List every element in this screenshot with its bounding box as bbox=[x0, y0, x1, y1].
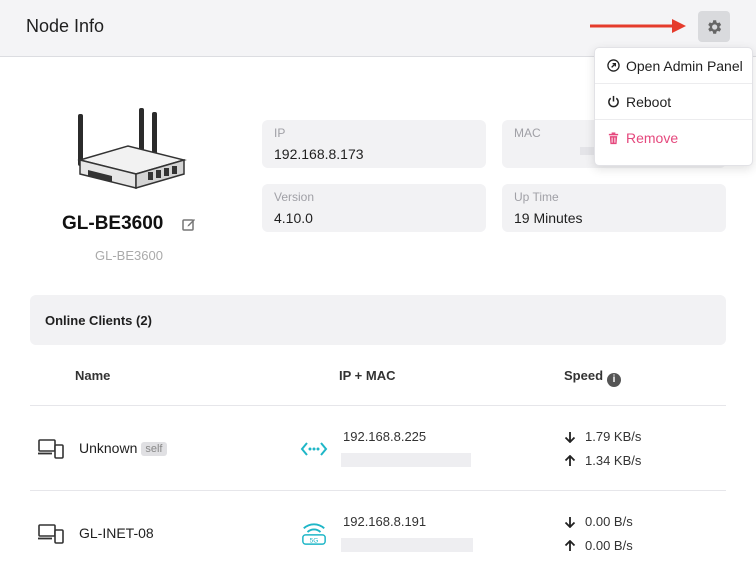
edit-icon[interactable] bbox=[182, 217, 196, 231]
arrow-up-icon bbox=[564, 539, 576, 551]
client-ip: 192.168.8.225 bbox=[343, 429, 427, 444]
ip-value: 192.168.8.173 bbox=[274, 146, 364, 162]
divider bbox=[30, 490, 726, 491]
arrow-down-icon bbox=[564, 431, 576, 443]
download-speed: 0.00 B/s bbox=[564, 514, 633, 529]
open-admin-panel-label: Open Admin Panel bbox=[626, 57, 743, 74]
page-title: Node Info bbox=[26, 16, 105, 36]
settings-button[interactable] bbox=[698, 11, 730, 42]
upload-speed-value: 1.34 KB/s bbox=[585, 453, 642, 468]
client-mac-redacted bbox=[341, 453, 471, 467]
open-admin-panel-item[interactable]: Open Admin Panel bbox=[595, 48, 752, 84]
uptime-card: Up Time 19 Minutes bbox=[502, 184, 726, 232]
client-mac-redacted bbox=[341, 538, 473, 552]
download-speed: 1.79 KB/s bbox=[564, 429, 641, 444]
download-speed-value: 1.79 KB/s bbox=[585, 429, 642, 444]
column-speed: Speed i bbox=[564, 368, 622, 387]
arrow-up-icon bbox=[564, 454, 576, 466]
router-image bbox=[77, 108, 187, 189]
client-ip: 192.168.8.191 bbox=[343, 514, 427, 529]
version-card: Version 4.10.0 bbox=[262, 184, 486, 232]
svg-text:5G: 5G bbox=[310, 537, 319, 544]
self-badge: self bbox=[141, 442, 167, 456]
ip-card: IP 192.168.8.173 bbox=[262, 120, 486, 168]
remove-item[interactable]: Remove bbox=[595, 120, 752, 156]
settings-menu: Open Admin Panel Reboot Remove bbox=[594, 47, 753, 166]
online-clients-header: Online Clients (2) bbox=[30, 295, 726, 345]
download-speed-value: 0.00 B/s bbox=[585, 514, 633, 529]
trash-icon bbox=[608, 131, 619, 144]
upload-speed: 0.00 B/s bbox=[564, 538, 633, 553]
reboot-item[interactable]: Reboot bbox=[595, 84, 752, 120]
client-name: Unknown self bbox=[79, 440, 167, 456]
devices-icon bbox=[38, 439, 64, 459]
open-external-icon bbox=[607, 59, 620, 72]
ethernet-icon bbox=[300, 442, 328, 456]
wifi-5g-icon: 5G bbox=[302, 523, 326, 545]
client-name-text: Unknown bbox=[79, 440, 138, 456]
device-name: GL-BE3600 bbox=[62, 213, 164, 234]
column-ip-mac: IP + MAC bbox=[339, 368, 396, 383]
client-name: GL-INET-08 bbox=[79, 525, 154, 541]
version-label: Version bbox=[274, 190, 315, 204]
ip-label: IP bbox=[274, 126, 286, 140]
info-icon[interactable]: i bbox=[607, 372, 622, 387]
arrow-down-icon bbox=[564, 516, 576, 528]
annotation-arrow-icon bbox=[590, 19, 686, 33]
reboot-label: Reboot bbox=[626, 93, 672, 110]
devices-icon bbox=[38, 524, 64, 544]
remove-label: Remove bbox=[626, 130, 679, 146]
uptime-value: 19 Minutes bbox=[514, 210, 583, 226]
uptime-label: Up Time bbox=[514, 190, 559, 204]
column-speed-label: Speed bbox=[564, 368, 604, 383]
online-clients-title: Online Clients (2) bbox=[45, 313, 152, 328]
upload-speed: 1.34 KB/s bbox=[564, 453, 641, 468]
device-model: GL-BE3600 bbox=[95, 248, 163, 263]
version-value: 4.10.0 bbox=[274, 210, 313, 226]
gear-icon bbox=[708, 19, 722, 34]
power-icon bbox=[608, 95, 619, 108]
divider bbox=[30, 405, 726, 406]
column-name: Name bbox=[75, 368, 111, 383]
upload-speed-value: 0.00 B/s bbox=[585, 538, 633, 553]
